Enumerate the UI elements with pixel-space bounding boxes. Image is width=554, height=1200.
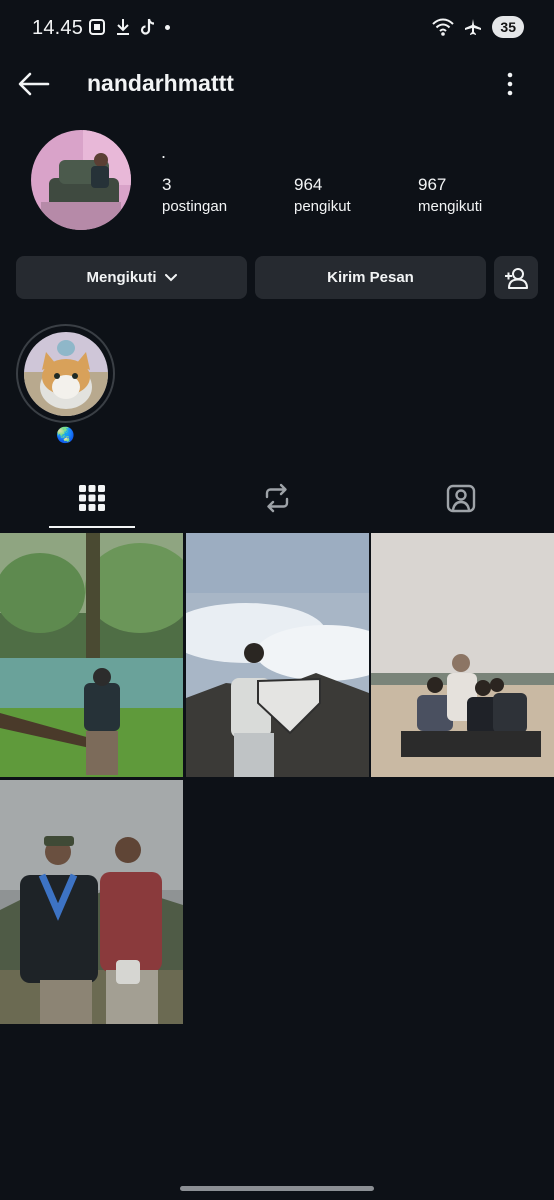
stat-followers-value: 964: [294, 175, 323, 194]
stat-posts-value: 3: [162, 175, 172, 194]
tab-posts-grid[interactable]: [49, 470, 135, 526]
add-user-icon: [505, 267, 528, 289]
status-icons-left: [88, 18, 170, 36]
following-button[interactable]: Mengikuti: [16, 256, 247, 299]
stat-followers-label: pengikut: [294, 198, 351, 215]
download-icon: [117, 19, 129, 35]
profile-bio: .: [161, 142, 167, 162]
stat-following-value: 967: [418, 175, 447, 194]
post-thumbnail[interactable]: [371, 533, 554, 777]
battery-indicator: 35: [492, 16, 524, 38]
stat-following[interactable]: 967 mengikuti: [418, 175, 482, 215]
stat-following-label: mengikuti: [418, 198, 483, 215]
grid-icon: [79, 485, 105, 511]
story-highlight-label: 🌏: [56, 427, 75, 444]
stat-posts[interactable]: 3 postingan: [162, 175, 227, 215]
profile-avatar[interactable]: [31, 130, 131, 230]
stat-posts-label: postingan: [162, 198, 228, 215]
more-vertical-icon: [507, 72, 513, 96]
tagged-icon: [446, 484, 476, 513]
reels-repost-icon: [265, 483, 289, 513]
airplane-icon: [465, 19, 482, 35]
status-icons-right: 35: [432, 16, 524, 38]
tiktok-icon: [140, 18, 155, 35]
suggested-users-button[interactable]: [494, 256, 538, 299]
tab-tagged[interactable]: [418, 470, 504, 526]
wifi-icon: [432, 18, 455, 36]
story-highlight[interactable]: [16, 324, 115, 423]
post-thumbnail[interactable]: [0, 533, 183, 777]
chevron-down-icon: [164, 273, 177, 281]
status-time: 14.45: [32, 17, 84, 39]
story-highlight-cover: [23, 331, 108, 416]
post-thumbnail[interactable]: [0, 780, 183, 1024]
screenshot-icon: [89, 19, 105, 35]
back-button[interactable]: [14, 66, 54, 102]
back-arrow-icon: [18, 72, 50, 96]
send-message-button[interactable]: Kirim Pesan: [255, 256, 486, 299]
stat-followers[interactable]: 964 pengikut: [294, 175, 351, 215]
dot-icon: [165, 24, 170, 30]
following-button-label: Mengikuti: [86, 269, 157, 286]
active-tab-indicator: [49, 526, 135, 528]
home-indicator[interactable]: [180, 1186, 374, 1191]
tab-reposts[interactable]: [234, 470, 320, 526]
more-options-button[interactable]: [498, 66, 522, 102]
post-thumbnail[interactable]: [186, 533, 369, 777]
profile-username: nandarhmattt: [87, 70, 234, 96]
send-message-label: Kirim Pesan: [327, 269, 414, 286]
